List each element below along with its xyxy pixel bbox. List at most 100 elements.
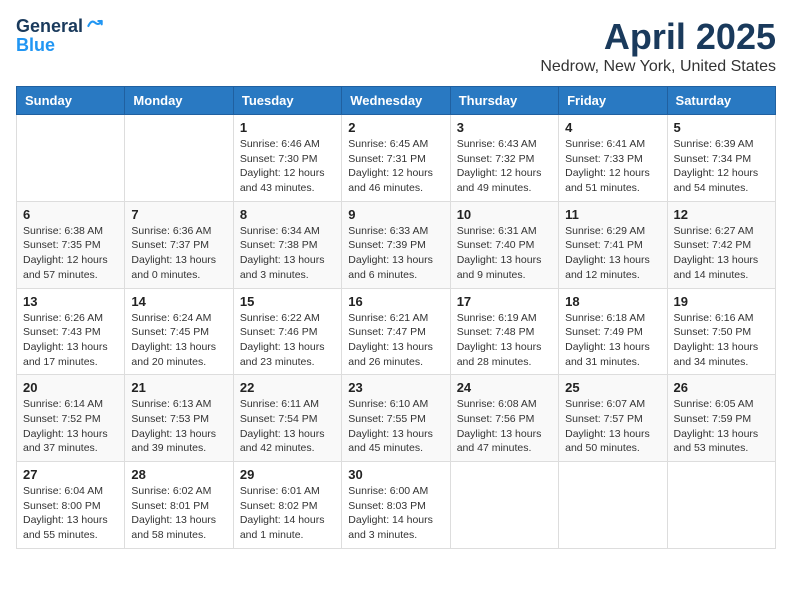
weekday-header-tuesday: Tuesday <box>233 87 341 115</box>
day-info: Sunrise: 6:43 AMSunset: 7:32 PMDaylight:… <box>457 137 552 196</box>
logo-icon <box>85 16 105 36</box>
day-number: 17 <box>457 294 552 309</box>
calendar-cell: 30Sunrise: 6:00 AMSunset: 8:03 PMDayligh… <box>342 462 450 549</box>
day-info: Sunrise: 6:13 AMSunset: 7:53 PMDaylight:… <box>131 397 226 456</box>
day-number: 23 <box>348 380 443 395</box>
day-info: Sunrise: 6:19 AMSunset: 7:48 PMDaylight:… <box>457 311 552 370</box>
day-info: Sunrise: 6:07 AMSunset: 7:57 PMDaylight:… <box>565 397 660 456</box>
day-info: Sunrise: 6:46 AMSunset: 7:30 PMDaylight:… <box>240 137 335 196</box>
calendar-cell: 4 Sunrise: 6:41 AMSunset: 7:33 PMDaylight… <box>559 115 667 202</box>
day-number: 5 <box>674 120 769 135</box>
month-title: April 2025 <box>540 16 776 58</box>
day-info: Sunrise: 6:04 AMSunset: 8:00 PMDaylight:… <box>23 484 118 543</box>
calendar-cell <box>450 462 558 549</box>
day-info: Sunrise: 6:22 AMSunset: 7:46 PMDaylight:… <box>240 311 335 370</box>
day-info: Sunrise: 6:14 AMSunset: 7:52 PMDaylight:… <box>23 397 118 456</box>
logo-general: General <box>16 17 83 35</box>
weekday-header-row: SundayMondayTuesdayWednesdayThursdayFrid… <box>17 87 776 115</box>
day-number: 29 <box>240 467 335 482</box>
calendar-cell: 19 Sunrise: 6:16 AMSunset: 7:50 PMDayligh… <box>667 288 775 375</box>
day-number: 22 <box>240 380 335 395</box>
calendar-cell: 13 Sunrise: 6:26 AMSunset: 7:43 PMDayligh… <box>17 288 125 375</box>
calendar-cell: 2Sunrise: 6:45 AMSunset: 7:31 PMDaylight… <box>342 115 450 202</box>
day-number: 18 <box>565 294 660 309</box>
day-number: 16 <box>348 294 443 309</box>
day-number: 8 <box>240 207 335 222</box>
day-info: Sunrise: 6:36 AMSunset: 7:37 PMDaylight:… <box>131 224 226 283</box>
location-title: Nedrow, New York, United States <box>540 58 776 76</box>
calendar-cell: 18 Sunrise: 6:18 AMSunset: 7:49 PMDayligh… <box>559 288 667 375</box>
calendar-cell: 16 Sunrise: 6:21 AMSunset: 7:47 PMDayligh… <box>342 288 450 375</box>
day-number: 20 <box>23 380 118 395</box>
day-number: 10 <box>457 207 552 222</box>
day-info: Sunrise: 6:45 AMSunset: 7:31 PMDaylight:… <box>348 137 443 196</box>
day-number: 14 <box>131 294 226 309</box>
day-number: 25 <box>565 380 660 395</box>
day-number: 12 <box>674 207 769 222</box>
day-info: Sunrise: 6:11 AMSunset: 7:54 PMDaylight:… <box>240 397 335 456</box>
day-info: Sunrise: 6:29 AMSunset: 7:41 PMDaylight:… <box>565 224 660 283</box>
calendar-cell: 6 Sunrise: 6:38 AMSunset: 7:35 PMDaylight… <box>17 201 125 288</box>
weekday-header-wednesday: Wednesday <box>342 87 450 115</box>
calendar-cell <box>667 462 775 549</box>
day-info: Sunrise: 6:33 AMSunset: 7:39 PMDaylight:… <box>348 224 443 283</box>
weekday-header-sunday: Sunday <box>17 87 125 115</box>
calendar-cell: 11 Sunrise: 6:29 AMSunset: 7:41 PMDayligh… <box>559 201 667 288</box>
day-number: 28 <box>131 467 226 482</box>
day-info: Sunrise: 6:24 AMSunset: 7:45 PMDaylight:… <box>131 311 226 370</box>
calendar-cell: 28 Sunrise: 6:02 AMSunset: 8:01 PMDayligh… <box>125 462 233 549</box>
logo: General Blue <box>16 16 105 54</box>
calendar-cell: 12 Sunrise: 6:27 AMSunset: 7:42 PMDayligh… <box>667 201 775 288</box>
day-number: 24 <box>457 380 552 395</box>
day-info: Sunrise: 6:41 AMSunset: 7:33 PMDaylight:… <box>565 137 660 196</box>
day-info: Sunrise: 6:26 AMSunset: 7:43 PMDaylight:… <box>23 311 118 370</box>
weekday-header-thursday: Thursday <box>450 87 558 115</box>
calendar-cell: 15 Sunrise: 6:22 AMSunset: 7:46 PMDayligh… <box>233 288 341 375</box>
day-number: 26 <box>674 380 769 395</box>
day-number: 15 <box>240 294 335 309</box>
calendar-cell: 22 Sunrise: 6:11 AMSunset: 7:54 PMDayligh… <box>233 375 341 462</box>
day-info: Sunrise: 6:34 AMSunset: 7:38 PMDaylight:… <box>240 224 335 283</box>
day-number: 1 <box>240 120 335 135</box>
day-info: Sunrise: 6:10 AMSunset: 7:55 PMDaylight:… <box>348 397 443 456</box>
calendar-cell <box>559 462 667 549</box>
day-info: Sunrise: 6:05 AMSunset: 7:59 PMDaylight:… <box>674 397 769 456</box>
day-info: Sunrise: 6:16 AMSunset: 7:50 PMDaylight:… <box>674 311 769 370</box>
calendar-week-row: 20 Sunrise: 6:14 AMSunset: 7:52 PMDayligh… <box>17 375 776 462</box>
calendar-cell: 29 Sunrise: 6:01 AMSunset: 8:02 PMDayligh… <box>233 462 341 549</box>
day-number: 11 <box>565 207 660 222</box>
day-number: 21 <box>131 380 226 395</box>
day-info: Sunrise: 6:38 AMSunset: 7:35 PMDaylight:… <box>23 224 118 283</box>
calendar-cell: 20 Sunrise: 6:14 AMSunset: 7:52 PMDayligh… <box>17 375 125 462</box>
calendar-cell: 27 Sunrise: 6:04 AMSunset: 8:00 PMDayligh… <box>17 462 125 549</box>
calendar: SundayMondayTuesdayWednesdayThursdayFrid… <box>16 86 776 549</box>
header: General Blue April 2025 Nedrow, New York… <box>16 16 776 76</box>
calendar-cell: 23 Sunrise: 6:10 AMSunset: 7:55 PMDayligh… <box>342 375 450 462</box>
day-info: Sunrise: 6:21 AMSunset: 7:47 PMDaylight:… <box>348 311 443 370</box>
calendar-cell: 8 Sunrise: 6:34 AMSunset: 7:38 PMDaylight… <box>233 201 341 288</box>
calendar-cell: 9 Sunrise: 6:33 AMSunset: 7:39 PMDaylight… <box>342 201 450 288</box>
weekday-header-monday: Monday <box>125 87 233 115</box>
day-number: 6 <box>23 207 118 222</box>
day-number: 4 <box>565 120 660 135</box>
day-number: 27 <box>23 467 118 482</box>
weekday-header-saturday: Saturday <box>667 87 775 115</box>
calendar-cell: 24 Sunrise: 6:08 AMSunset: 7:56 PMDayligh… <box>450 375 558 462</box>
day-number: 3 <box>457 120 552 135</box>
calendar-cell: 25 Sunrise: 6:07 AMSunset: 7:57 PMDayligh… <box>559 375 667 462</box>
calendar-cell: 21 Sunrise: 6:13 AMSunset: 7:53 PMDayligh… <box>125 375 233 462</box>
day-info: Sunrise: 6:02 AMSunset: 8:01 PMDaylight:… <box>131 484 226 543</box>
day-number: 13 <box>23 294 118 309</box>
day-number: 19 <box>674 294 769 309</box>
day-info: Sunrise: 6:08 AMSunset: 7:56 PMDaylight:… <box>457 397 552 456</box>
day-info: Sunrise: 6:27 AMSunset: 7:42 PMDaylight:… <box>674 224 769 283</box>
calendar-week-row: 27 Sunrise: 6:04 AMSunset: 8:00 PMDayligh… <box>17 462 776 549</box>
calendar-cell: 17 Sunrise: 6:19 AMSunset: 7:48 PMDayligh… <box>450 288 558 375</box>
day-number: 9 <box>348 207 443 222</box>
title-area: April 2025 Nedrow, New York, United Stat… <box>540 16 776 76</box>
logo-blue: Blue <box>16 36 55 54</box>
weekday-header-friday: Friday <box>559 87 667 115</box>
day-info: Sunrise: 6:18 AMSunset: 7:49 PMDaylight:… <box>565 311 660 370</box>
day-info: Sunrise: 6:01 AMSunset: 8:02 PMDaylight:… <box>240 484 335 543</box>
calendar-cell: 14 Sunrise: 6:24 AMSunset: 7:45 PMDayligh… <box>125 288 233 375</box>
